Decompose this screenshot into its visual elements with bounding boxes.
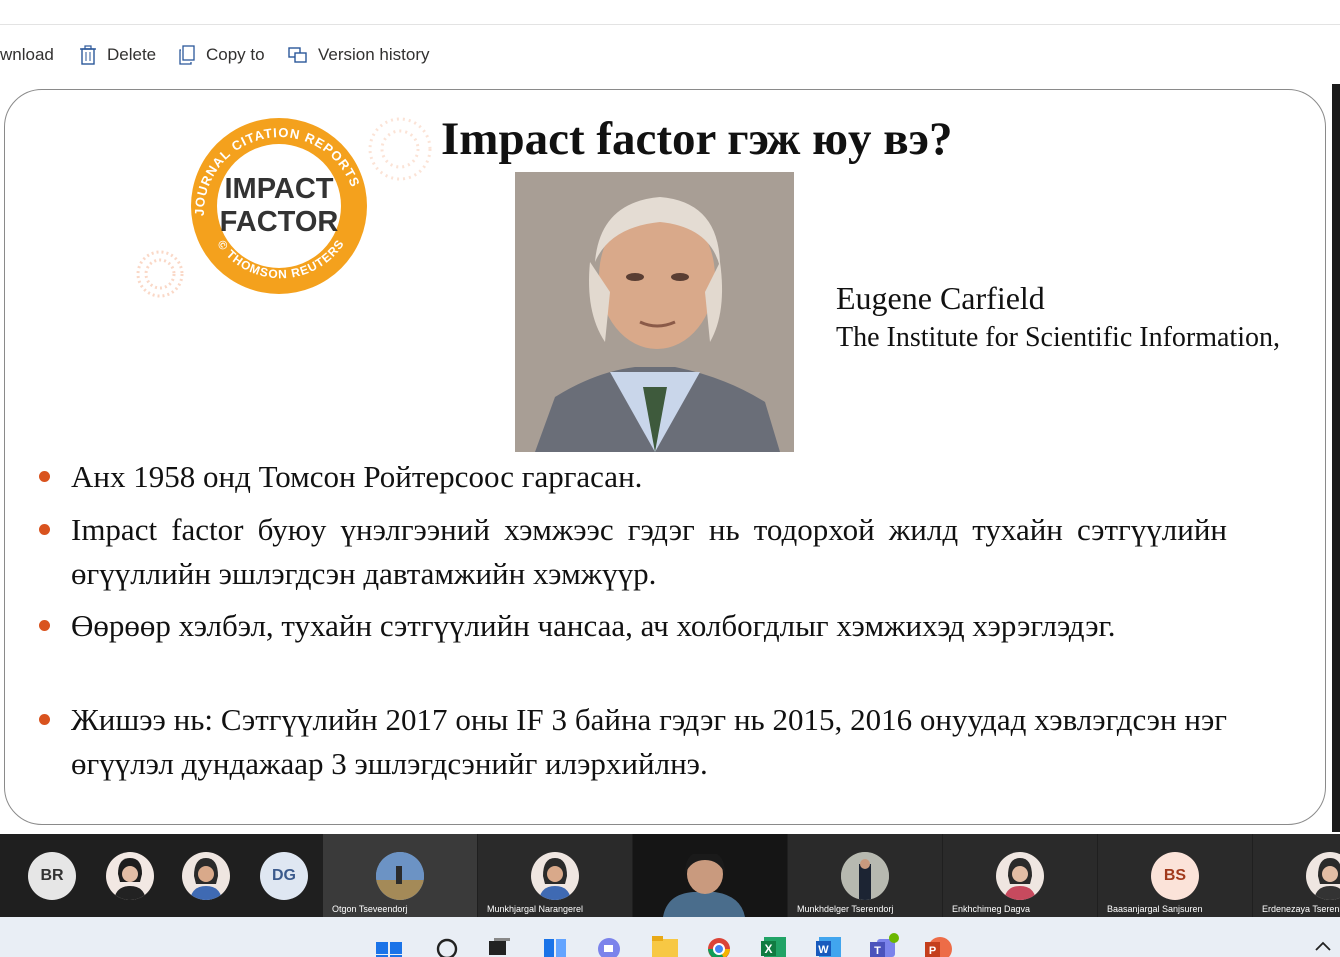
version-history-button[interactable]: Version history — [288, 40, 430, 70]
trash-icon — [80, 45, 96, 65]
bullet-dot-icon — [39, 620, 50, 631]
participant-tile[interactable]: Otgon Tseveendorj — [323, 834, 477, 917]
person-avatar-icon — [1004, 858, 1036, 900]
avatar — [531, 852, 579, 900]
version-history-icon — [288, 47, 307, 63]
bullet-text: Өөрөөр хэлбэл, тухайн сэтгүүлийн чансаа,… — [71, 608, 1116, 643]
copy-to-button[interactable]: Copy to — [178, 40, 265, 70]
chevron-up-icon[interactable] — [1308, 931, 1338, 957]
bullet-dot-icon — [39, 714, 50, 725]
person-avatar-icon — [539, 858, 571, 900]
bullet-text: Анх 1958 онд Томсон Ройтерсоос гаргасан. — [71, 459, 643, 494]
download-label: wnload — [0, 45, 54, 64]
avatar — [841, 852, 889, 900]
participant-tile[interactable]: DG — [234, 834, 322, 917]
windows-start-icon[interactable] — [374, 931, 404, 957]
copy-icon — [179, 45, 195, 65]
participant-tile[interactable]: Munkhdelger Tserendorj — [788, 834, 942, 917]
delete-button[interactable]: Delete — [79, 40, 156, 70]
avatar — [376, 852, 424, 900]
svg-text:T: T — [874, 945, 881, 957]
powerpoint-icon[interactable]: P — [924, 931, 954, 957]
bullet-item: Impact factor буюу үнэлгээний хэмжээс гэ… — [39, 508, 1227, 596]
avatar: DG — [260, 852, 308, 900]
participant-name: Munkhdelger Tserendorj — [797, 904, 894, 914]
file-toolbar: wnload Delete Copy to Version history — [0, 26, 1340, 84]
person-organization: The Institute for Scientific Information… — [836, 322, 1280, 353]
logo-line2: FACTOR — [220, 206, 339, 238]
participant-tile[interactable]: BR — [0, 834, 78, 917]
participant-tile[interactable]: BS Baasanjargal Sanjsuren — [1098, 834, 1252, 917]
widgets-icon[interactable] — [540, 931, 570, 957]
bullet-text: Impact factor буюу үнэлгээний хэмжээс гэ… — [71, 512, 1227, 591]
excel-icon[interactable]: X — [759, 931, 789, 957]
bullet-text: Жишээ нь: Сэтгүүлийн 2017 оны IF 3 байна… — [71, 702, 1227, 781]
person-avatar-icon — [190, 858, 222, 900]
landscape-avatar-icon — [376, 852, 424, 900]
participant-tile[interactable] — [80, 834, 158, 917]
delete-label: Delete — [107, 45, 157, 64]
search-icon[interactable] — [432, 931, 462, 957]
svg-text:X: X — [764, 942, 772, 956]
logo-line1: IMPACT — [224, 173, 333, 205]
person-illustration — [515, 172, 794, 452]
speaker-video — [663, 854, 745, 917]
participant-name: Baasanjargal Sanjsuren — [1107, 904, 1203, 914]
participant-name: Munkhjargal Narangerel — [487, 904, 584, 914]
person-avatar-icon — [114, 858, 146, 900]
word-icon[interactable]: W — [814, 931, 844, 957]
taskbar: X W T P — [0, 917, 1340, 957]
participant-name: Otgon Tseveendorj — [332, 904, 408, 914]
participant-name: Enkhchimeg Dagva — [952, 904, 1031, 914]
chrome-icon[interactable] — [704, 931, 734, 957]
participant-name: Erdenezaya Tserenk — [1262, 904, 1340, 914]
participant-tile[interactable]: Enkhchimeg Dagva — [943, 834, 1097, 917]
avatar: BR — [28, 852, 76, 900]
bullet-item: Жишээ нь: Сэтгүүлийн 2017 оны IF 3 байна… — [39, 698, 1227, 786]
avatar: BS — [1151, 852, 1199, 900]
slide: JOURNAL CITATION REPORTS 2013 © THOMSON … — [4, 89, 1326, 825]
bullet-dot-icon — [39, 471, 50, 482]
slide-viewer: JOURNAL CITATION REPORTS 2013 © THOMSON … — [0, 84, 1340, 832]
svg-text:W: W — [818, 944, 829, 956]
version-history-label: Version history — [318, 45, 430, 64]
participant-tile[interactable] — [156, 834, 234, 917]
person-avatar-icon — [841, 852, 889, 900]
avatar — [996, 852, 1044, 900]
impact-factor-logo: JOURNAL CITATION REPORTS 2013 © THOMSON … — [125, 104, 432, 298]
bullet-item: Өөрөөр хэлбэл, тухайн сэтгүүлийн чансаа,… — [39, 604, 1227, 648]
portrait-photo — [515, 172, 794, 452]
avatar — [1306, 852, 1340, 900]
download-button[interactable]: wnload — [0, 40, 54, 70]
task-view-icon[interactable] — [484, 931, 514, 957]
bullet-item: Анх 1958 онд Томсон Ройтерсоос гаргасан. — [39, 455, 1227, 499]
browser-top-bar — [0, 0, 1340, 25]
svg-text:P: P — [929, 945, 936, 957]
participant-tile[interactable]: Munkhjargal Narangerel — [478, 834, 632, 917]
avatar — [182, 852, 230, 900]
person-avatar-icon — [1314, 858, 1340, 900]
teams-chat-icon[interactable] — [594, 931, 624, 957]
file-explorer-icon[interactable] — [650, 931, 680, 957]
participant-strip: BR DG Otgon Tseveendorj Munkhjargal Nara… — [0, 834, 1340, 917]
participant-video-tile[interactable] — [633, 834, 787, 917]
participant-tile[interactable]: Erdenezaya Tserenk — [1253, 834, 1340, 917]
bullet-dot-icon — [39, 524, 50, 535]
viewer-edge — [1332, 84, 1340, 832]
person-name: Eugene Carfield — [836, 280, 1045, 316]
slide-title: Impact factor гэж юу вэ? — [441, 113, 953, 165]
avatar — [106, 852, 154, 900]
teams-icon[interactable]: T — [869, 931, 899, 957]
copy-to-label: Copy to — [206, 45, 265, 64]
